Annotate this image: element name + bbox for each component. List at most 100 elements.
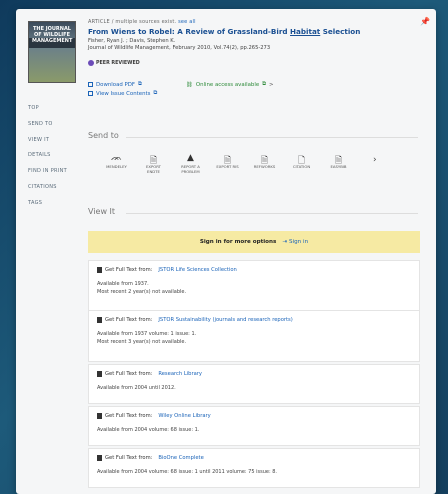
authors: Fisher, Ryan J. ; Davis, Stephen K.	[88, 38, 176, 44]
source-link[interactable]: JSTOR Sustainability (journals and resea…	[158, 317, 292, 323]
document-icon	[97, 371, 102, 377]
issue-icon	[88, 91, 93, 96]
document-icon	[97, 413, 102, 419]
availability: Available from 2004 volume: 68 issue: 1 …	[97, 469, 411, 477]
citation-icon: 🗋	[297, 156, 306, 166]
download-pdf-link[interactable]: Download PDF ⧉	[88, 81, 157, 88]
journal-cover-image[interactable]: THE JOURNAL OF WILDLIFE MANAGEMENT	[28, 21, 76, 83]
warning-icon: ▲	[187, 153, 194, 163]
section-nav: TOP SEND TO VIEW IT DETAILS FIND IN PRIN…	[28, 105, 67, 216]
title-pre: From Wiens to Robel: A Review of Grassla…	[88, 27, 291, 36]
see-all-link[interactable]: see all	[178, 19, 196, 25]
external-link-icon: ⧉	[262, 81, 267, 87]
tool-label: EXPORT ENDTE	[146, 164, 161, 174]
type-line: ARTICLE / multiple sources exist. see al…	[88, 19, 418, 25]
signin-link[interactable]: ⇥ Sign in	[282, 239, 308, 245]
export-icon: 🗎	[149, 156, 158, 166]
get-full-text-label: Get Full Text from:	[105, 413, 153, 419]
availability-line: Available from 1937.	[97, 281, 149, 287]
availability: Available from 2004 volume: 68 issue: 1.	[97, 427, 411, 435]
tool-label: CITATION	[292, 164, 311, 169]
get-full-text-label: Get Full Text from:	[105, 317, 153, 323]
tool-label: EXPORT RIS	[216, 164, 239, 169]
send-to-refworks[interactable]: 🗎 REFWORKS	[246, 153, 283, 170]
full-text-source: Get Full Text from: BioOne Complete Avai…	[88, 448, 420, 488]
source-link[interactable]: BioOne Complete	[158, 455, 203, 461]
cover-text: THE JOURNAL OF WILDLIFE MANAGEMENT	[32, 26, 73, 44]
view-it-divider	[126, 213, 418, 214]
record-header: ARTICLE / multiple sources exist. see al…	[88, 19, 418, 70]
online-access-link[interactable]: ⛓ Online access available ⧉ >	[186, 81, 274, 88]
tool-label: EASYBIB	[330, 164, 347, 169]
title-highlight: Habitat	[290, 27, 321, 36]
get-full-text-label: Get Full Text from:	[105, 371, 153, 377]
view-it-heading: View It	[88, 207, 116, 216]
availability-line: Available from 2004 until 2012.	[97, 385, 176, 391]
chevron-right-icon[interactable]: ›	[373, 155, 377, 165]
document-icon	[97, 317, 102, 323]
signin-prompt: Sign in for more options	[199, 239, 277, 245]
source-link[interactable]: Research Library	[158, 371, 202, 377]
get-full-text-row: Get Full Text from: JSTOR Sustainability…	[97, 317, 411, 323]
signin-link-label: Sign in	[289, 239, 309, 245]
full-text-source: Get Full Text from: Research Library Ava…	[88, 364, 420, 404]
refworks-icon: 🗎	[260, 156, 269, 166]
availability: Available from 2004 until 2012.	[97, 385, 411, 393]
pin-icon[interactable]: 📌	[420, 17, 430, 26]
article-title[interactable]: From Wiens to Robel: A Review of Grassla…	[88, 27, 418, 36]
send-to-citation[interactable]: 🗋 CITATION	[283, 153, 320, 170]
get-full-text-row: Get Full Text from: BioOne Complete	[97, 455, 411, 461]
nav-find-in-print[interactable]: FIND IN PRINT	[28, 168, 67, 174]
full-text-source: Get Full Text from: Wiley Online Library…	[88, 406, 420, 446]
peer-reviewed-icon	[88, 60, 94, 66]
tool-label: REFWORKS	[253, 164, 276, 169]
nav-send-to[interactable]: SEND TO	[28, 121, 67, 127]
sources-text: / multiple sources exist.	[111, 19, 177, 25]
tool-label: MENDELEY	[106, 164, 127, 169]
easybib-icon: 🗎	[334, 156, 343, 166]
source-link[interactable]: Wiley Online Library	[158, 413, 210, 419]
quick-links: Download PDF ⧉ View Issue Contents ⧉	[88, 81, 157, 99]
peer-reviewed-label: PEER REVIEWED	[96, 60, 140, 66]
document-icon	[97, 267, 102, 273]
journal-citation: Journal of Wildlife Management, February…	[88, 45, 271, 51]
get-full-text-label: Get Full Text from:	[105, 455, 153, 461]
signin-banner: Sign in for more options ⇥ Sign in	[88, 231, 420, 253]
get-full-text-row: Get Full Text from: JSTOR Life Sciences …	[97, 267, 411, 273]
link-chain-icon: ⛓	[186, 81, 193, 88]
type-label: ARTICLE	[88, 19, 110, 25]
mendeley-icon: ᨏ	[110, 153, 123, 163]
export-ris-icon: 🗎	[223, 156, 232, 166]
send-to-mendeley[interactable]: ᨏ MENDELEY	[98, 153, 135, 170]
availability-line: Most recent 2 year(s) not available.	[97, 288, 187, 295]
nav-details[interactable]: DETAILS	[28, 152, 67, 158]
send-to-report-problem[interactable]: ▲ REPORT A PROBLEM	[172, 153, 209, 174]
view-issue-label: View Issue Contents	[96, 90, 151, 97]
send-to-export-ris[interactable]: 🗎 EXPORT RIS	[209, 153, 246, 170]
sign-in-icon: ⇥	[282, 239, 288, 245]
nav-view-it[interactable]: VIEW IT	[28, 137, 67, 143]
send-to-export-endnote[interactable]: 🗎 EXPORT ENDTE	[135, 153, 172, 174]
pdf-icon	[88, 82, 93, 87]
external-link-icon: ⧉	[153, 90, 158, 96]
external-link-icon: ⧉	[138, 81, 142, 87]
record-panel: THE JOURNAL OF WILDLIFE MANAGEMENT 📌 ART…	[16, 9, 436, 494]
nav-citations[interactable]: CITATIONS	[28, 184, 67, 190]
availability-line: Most recent 3 year(s) not available.	[97, 338, 187, 345]
availability-line: Available from 1937 volume: 1 issue: 1.	[97, 331, 197, 337]
online-access-label: Online access available	[195, 81, 260, 88]
availability-line: Available from 2004 volume: 68 issue: 1.	[97, 427, 200, 433]
nav-tags[interactable]: TAGS	[28, 200, 67, 206]
nav-top[interactable]: TOP	[28, 105, 67, 111]
send-to-divider	[126, 137, 418, 138]
get-full-text-row: Get Full Text from: Research Library	[97, 371, 411, 377]
tool-label: REPORT A PROBLEM	[181, 164, 200, 174]
title-post: Selection	[320, 27, 361, 36]
availability-line: Available from 2004 volume: 68 issue: 1 …	[97, 469, 278, 475]
peer-reviewed-badge: PEER REVIEWED	[88, 60, 140, 66]
get-full-text-row: Get Full Text from: Wiley Online Library	[97, 413, 411, 419]
send-to-easybib[interactable]: 🗎 EASYBIB	[320, 153, 357, 170]
source-link[interactable]: JSTOR Life Sciences Collection	[158, 267, 236, 273]
view-issue-link[interactable]: View Issue Contents ⧉	[88, 90, 157, 97]
send-to-tools: ᨏ MENDELEY 🗎 EXPORT ENDTE ▲ REPORT A PRO…	[98, 153, 420, 174]
